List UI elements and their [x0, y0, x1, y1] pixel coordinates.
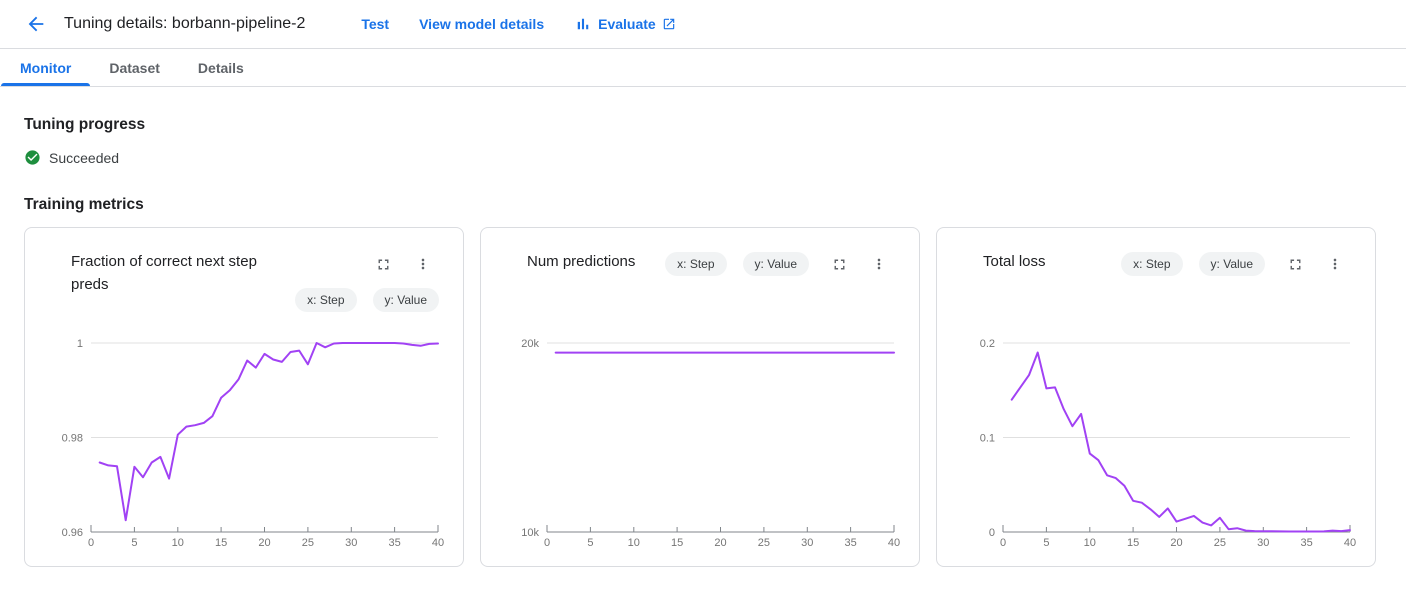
card-actions	[369, 250, 437, 278]
svg-text:40: 40	[1344, 537, 1356, 549]
svg-text:0.98: 0.98	[62, 433, 83, 445]
evaluate-link-label: Evaluate	[598, 16, 656, 32]
line-chart-num-predictions: 10k 20k 0 5 10 15 20 25 30 35 40	[481, 328, 921, 563]
y-axis-chip[interactable]: y: Value	[1199, 252, 1265, 276]
axis-chips: x: Step y: Value	[665, 252, 809, 276]
svg-text:5: 5	[131, 537, 137, 549]
view-model-details-link[interactable]: View model details	[419, 16, 544, 32]
y-axis-chip[interactable]: y: Value	[743, 252, 809, 276]
svg-text:25: 25	[758, 537, 770, 549]
x-axis-chip[interactable]: x: Step	[1121, 252, 1182, 276]
check-circle-icon	[24, 149, 41, 166]
test-link[interactable]: Test	[361, 16, 389, 32]
svg-text:0.96: 0.96	[62, 527, 83, 539]
card-header: Num predictions x: Step y: Value	[481, 228, 919, 278]
svg-text:20k: 20k	[521, 338, 539, 350]
svg-text:40: 40	[432, 537, 444, 549]
svg-text:0: 0	[989, 527, 995, 539]
back-button[interactable]	[16, 4, 56, 44]
svg-text:20: 20	[714, 537, 726, 549]
card-header: Fraction of correct next step preds x: S…	[25, 228, 463, 312]
more-options-button[interactable]	[865, 250, 893, 278]
svg-text:40: 40	[888, 537, 900, 549]
tuning-progress-heading: Tuning progress	[24, 116, 1382, 134]
tab-details[interactable]: Details	[179, 49, 263, 86]
status-badge: Succeeded	[49, 150, 119, 166]
svg-text:0: 0	[88, 537, 94, 549]
metric-card-total-loss: Total loss x: Step y: Value	[936, 227, 1376, 567]
more-options-button[interactable]	[1321, 250, 1349, 278]
svg-text:30: 30	[345, 537, 357, 549]
axis-chips: x: Step y: Value	[295, 288, 439, 312]
page-header: Tuning details: borbann-pipeline-2 Test …	[0, 0, 1406, 49]
x-axis-chip[interactable]: x: Step	[295, 288, 356, 312]
svg-text:0: 0	[544, 537, 550, 549]
line-chart-fraction-correct: 0.960.9810510152025303540	[25, 328, 465, 563]
svg-text:15: 15	[671, 537, 683, 549]
training-metrics-heading: Training metrics	[24, 196, 1382, 214]
more-options-button[interactable]	[409, 250, 437, 278]
svg-text:5: 5	[1043, 537, 1049, 549]
x-axis-chip[interactable]: x: Step	[665, 252, 726, 276]
svg-text:35: 35	[1300, 537, 1312, 549]
chart-title: Num predictions	[527, 250, 635, 273]
svg-text:1: 1	[77, 338, 83, 350]
svg-text:25: 25	[302, 537, 314, 549]
svg-text:10: 10	[628, 537, 640, 549]
fullscreen-icon	[831, 256, 848, 273]
tuning-status-row: Succeeded	[24, 149, 1382, 166]
svg-text:15: 15	[215, 537, 227, 549]
svg-text:0: 0	[1000, 537, 1006, 549]
tab-dataset[interactable]: Dataset	[90, 49, 179, 86]
fullscreen-icon	[1287, 256, 1304, 273]
tab-bar: Monitor Dataset Details	[0, 49, 1406, 87]
line-chart-total-loss: 0 0.1 0.2 0 5 10 15 20 25 30 35 40	[937, 328, 1377, 563]
card-actions	[825, 250, 893, 278]
svg-text:30: 30	[1257, 537, 1269, 549]
svg-text:35: 35	[388, 537, 400, 549]
tab-monitor[interactable]: Monitor	[1, 49, 90, 86]
test-link-label: Test	[361, 16, 389, 32]
fullscreen-icon	[375, 256, 392, 273]
svg-text:10: 10	[172, 537, 184, 549]
svg-text:35: 35	[844, 537, 856, 549]
evaluate-link[interactable]: Evaluate	[574, 15, 676, 33]
svg-text:15: 15	[1127, 537, 1139, 549]
main-content: Tuning progress Succeeded Training metri…	[0, 116, 1406, 567]
metric-card-fraction-correct: Fraction of correct next step preds x: S…	[24, 227, 464, 567]
svg-text:30: 30	[801, 537, 813, 549]
metric-cards: Fraction of correct next step preds x: S…	[24, 227, 1382, 567]
axis-chips: x: Step y: Value	[1121, 252, 1265, 276]
svg-text:25: 25	[1214, 537, 1226, 549]
header-actions: Test View model details Evaluate	[361, 15, 675, 33]
arrow-back-icon	[25, 13, 47, 35]
y-axis-chip[interactable]: y: Value	[373, 288, 439, 312]
metric-card-num-predictions: Num predictions x: Step y: Value	[480, 227, 920, 567]
card-controls: x: Step y: Value	[295, 250, 439, 312]
svg-text:10k: 10k	[521, 527, 539, 539]
svg-text:20: 20	[258, 537, 270, 549]
view-model-details-label: View model details	[419, 16, 544, 32]
card-header: Total loss x: Step y: Value	[937, 228, 1375, 278]
external-link-icon	[662, 17, 676, 31]
svg-text:10: 10	[1084, 537, 1096, 549]
more-vert-icon	[415, 256, 431, 272]
svg-text:20: 20	[1170, 537, 1182, 549]
card-actions	[1281, 250, 1349, 278]
card-controls: x: Step y: Value	[665, 250, 895, 278]
fullscreen-button[interactable]	[825, 250, 853, 278]
bar-chart-icon	[574, 15, 592, 33]
svg-text:5: 5	[587, 537, 593, 549]
chart-title: Total loss	[983, 250, 1046, 273]
more-vert-icon	[1327, 256, 1343, 272]
page-title: Tuning details: borbann-pipeline-2	[64, 15, 305, 33]
svg-text:0.2: 0.2	[980, 338, 995, 350]
card-controls: x: Step y: Value	[1121, 250, 1351, 278]
chart-title: Fraction of correct next step preds	[71, 250, 276, 296]
fullscreen-button[interactable]	[1281, 250, 1309, 278]
svg-text:0.1: 0.1	[980, 433, 995, 445]
fullscreen-button[interactable]	[369, 250, 397, 278]
more-vert-icon	[871, 256, 887, 272]
